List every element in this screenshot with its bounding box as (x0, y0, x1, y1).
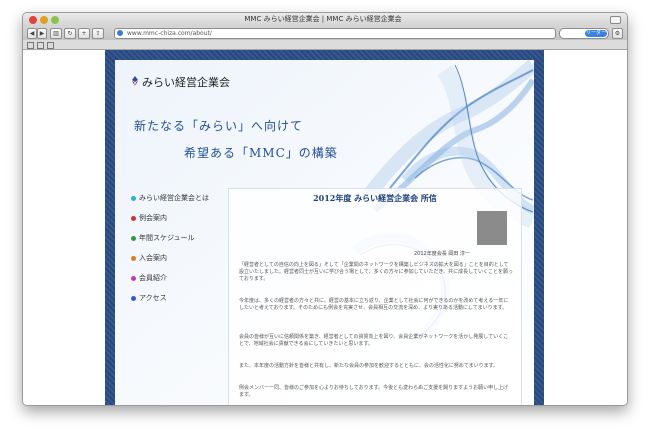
back-icon[interactable]: ◀ (27, 28, 37, 39)
article-paragraph: 例会メンバー一同、皆様のご参加を心よりお待ちしております。今後とも変わらぬご支援… (239, 385, 509, 398)
article-paragraph: 今年度は、多くの経営者の方々と共に、経営の基本に立ち返り、企業として社会に何がで… (239, 298, 509, 311)
photo-caption: 2012年度会長 岡田 淳一 (414, 251, 470, 257)
hero-heading-line1: 新たなる「みらい」へ向けて (134, 119, 304, 133)
settings-icon[interactable]: ⚙ (612, 28, 623, 39)
forward-icon[interactable]: ▶ (37, 28, 47, 39)
search-field[interactable]: リーダー (559, 28, 609, 39)
close-window-button[interactable] (29, 16, 37, 24)
reading-list-icon[interactable] (27, 42, 34, 49)
nav-bullet-icon (131, 256, 136, 261)
nav-label: みらい経営企業会とは (139, 194, 209, 202)
article-title: 2012年度 みらい経営企業会 所信 (313, 193, 437, 203)
logo-text: みらい経営企業会 (142, 76, 230, 89)
address-text[interactable]: www.mmc-chiza.com/about/ (127, 29, 212, 38)
toolbar-toggle-button[interactable] (610, 16, 621, 24)
history-icon[interactable] (47, 42, 54, 49)
article-panel: 2012年度 みらい経営企業会 所信 2012年度会長 岡田 淳一 「経営者とし… (228, 188, 522, 405)
add-bookmark-icon[interactable]: + (78, 28, 90, 39)
site-icon (117, 30, 123, 36)
sidebar-icon[interactable]: ▥ (50, 28, 62, 39)
window-title: MMC みらい経営企業会 | MMC みらい経営企業会 (244, 15, 402, 23)
reload-icon[interactable]: ↻ (64, 28, 76, 39)
zoom-window-button[interactable] (51, 16, 59, 24)
site-frame: みらい経営企業会 新たなる「みらい」へ向けて 希望ある「MMC」の構築 みらい経… (105, 50, 544, 405)
logo-mark-icon (132, 76, 138, 86)
share-icon[interactable]: ⇧ (92, 28, 104, 39)
nav-label: アクセス (139, 294, 167, 302)
article-paragraph: 「経営者としての自信の向上を図る」そして「企業間のネットワークを構築しビジネスの… (239, 262, 513, 282)
bookmarks-bar (23, 40, 627, 50)
browser-window: MMC みらい経営企業会 | MMC みらい経営企業会 ◀ ▶ ▥ ↻ + ⇧ … (22, 12, 628, 406)
nav-bullet-icon (131, 276, 136, 281)
nav-bullet-icon (131, 296, 136, 301)
top-sites-icon[interactable] (37, 42, 44, 49)
nav-label: 入会案内 (139, 254, 167, 262)
reader-button[interactable]: リーダー (585, 30, 607, 37)
nav-bullet-icon (131, 216, 136, 221)
browser-toolbar: ◀ ▶ ▥ ↻ + ⇧ www.mmc-chiza.com/about/ リーダ… (23, 26, 627, 40)
article-paragraph: また、本年度の活動方針を皆様と共有し、新たな会員の参加を歓迎するとともに、会の活… (239, 363, 499, 369)
nav-label: 年間スケジュール (139, 234, 195, 242)
article-paragraph: 会員の皆様が互いに信頼関係を築き、経営者としての資質向上を図り、会員企業がネット… (239, 334, 509, 347)
hero-heading-line2: 希望ある「MMC」の構築 (184, 146, 338, 160)
site-page: みらい経営企業会 新たなる「みらい」へ向けて 希望ある「MMC」の構築 みらい経… (115, 60, 534, 405)
chairman-photo (477, 211, 507, 245)
nav-bullet-icon (131, 236, 136, 241)
title-bar: MMC みらい経営企業会 | MMC みらい経営企業会 (23, 13, 627, 26)
page-viewport: みらい経営企業会 新たなる「みらい」へ向けて 希望ある「MMC」の構築 みらい経… (23, 50, 627, 405)
minimize-window-button[interactable] (40, 16, 48, 24)
nav-label: 例会案内 (139, 214, 167, 222)
nav-bullet-icon (131, 196, 136, 201)
nav-label: 会員紹介 (139, 274, 167, 282)
address-bar[interactable]: www.mmc-chiza.com/about/ (114, 28, 556, 39)
